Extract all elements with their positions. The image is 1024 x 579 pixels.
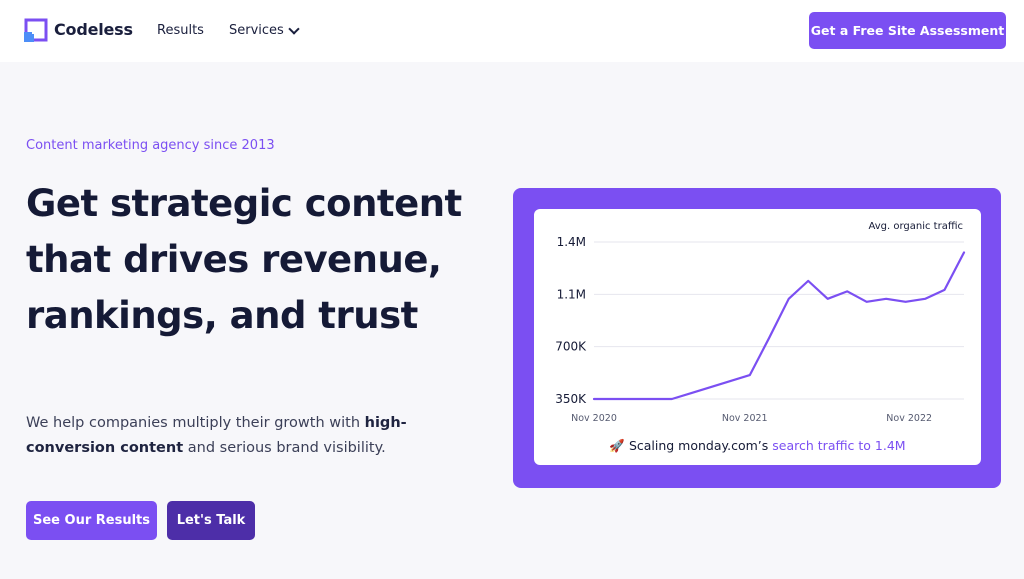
chevron-down-icon <box>288 22 300 35</box>
chart-caption-text: Scaling monday.com’s <box>628 438 773 453</box>
x-tick-label: Nov 2021 <box>722 413 768 424</box>
hero-subtext-pre: We help companies multiply their growth … <box>26 415 365 431</box>
chart-caption-highlight: search traffic to 1.4M <box>772 438 906 453</box>
nav-services-label: Services <box>229 23 284 38</box>
rocket-icon: 🚀 <box>609 438 625 453</box>
series-line <box>592 251 966 401</box>
brand-name[interactable]: Codeless <box>54 20 133 39</box>
traffic-line-chart: Avg. organic traffic 1.4M 1.1M 700K 350K Nov … <box>555 221 966 424</box>
y-tick-label: 1.1M <box>557 287 586 301</box>
free-site-assessment-button[interactable]: Get a Free Site Assessment <box>809 12 1006 49</box>
chart-panel: Avg. organic traffic 1.4M 1.1M 700K 350K Nov … <box>534 209 981 465</box>
hero-subtext-post: and serious brand visibility. <box>183 440 386 456</box>
nav-services-dropdown[interactable]: Services <box>229 22 300 38</box>
chart-caption: 🚀 Scaling monday.com’s search traffic to… <box>534 438 981 454</box>
hero-headline: Get strategic content that drives revenu… <box>26 182 462 337</box>
y-tick-label: 350K <box>555 392 587 406</box>
x-tick-label: Nov 2020 <box>571 413 617 424</box>
y-tick-label: 1.4M <box>557 235 586 249</box>
lets-talk-button[interactable]: Let's Talk <box>167 501 255 540</box>
codeless-logo-icon[interactable] <box>24 18 48 42</box>
hero-eyebrow: Content marketing agency since 2013 <box>26 138 275 153</box>
see-our-results-button[interactable]: See Our Results <box>26 501 157 540</box>
y-tick-label: 700K <box>555 340 587 354</box>
chart-card: Avg. organic traffic 1.4M 1.1M 700K 350K Nov … <box>513 188 1001 488</box>
x-tick-label: Nov 2022 <box>886 413 932 424</box>
chart-title: Avg. organic traffic <box>868 221 963 232</box>
hero-subtext: We help companies multiply their growth … <box>26 411 426 461</box>
nav-results-link[interactable]: Results <box>157 23 204 38</box>
site-header: Codeless Results Services Get a Free Sit… <box>0 0 1024 62</box>
